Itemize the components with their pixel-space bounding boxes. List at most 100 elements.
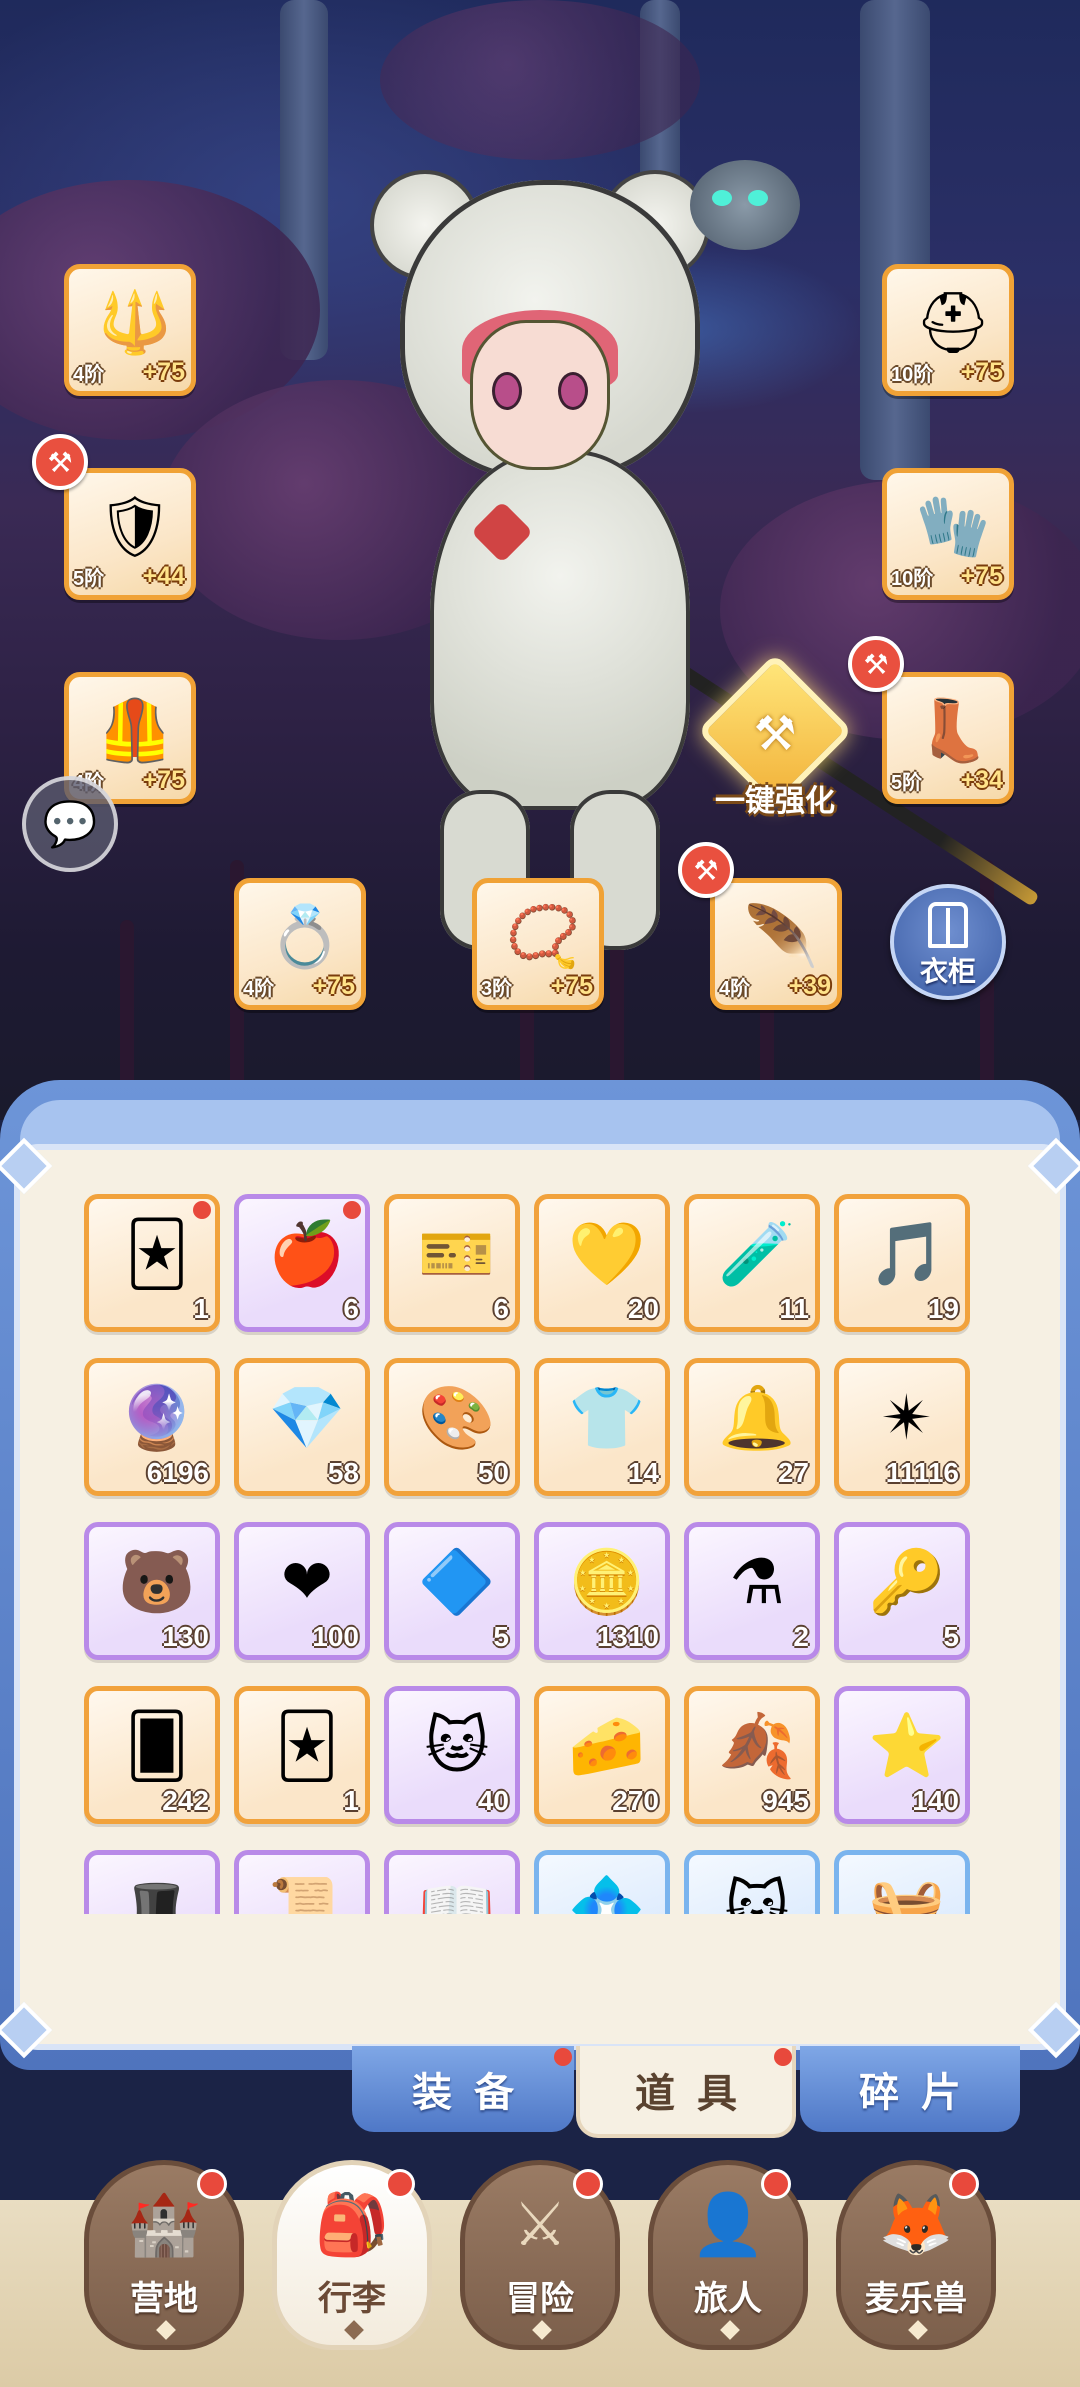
traveler-icon: 👤 (690, 2191, 766, 2258)
equip-slot-weapon[interactable]: 🔱 4阶 +75 (64, 264, 196, 396)
inventory-item[interactable]: 🔑 5 (834, 1522, 970, 1660)
inventory-item[interactable]: 🐻 130 (84, 1522, 220, 1660)
upgrade-hammer-icon: ⚒ (848, 636, 904, 692)
item-count: 27 (777, 1457, 809, 1488)
earring-icon: 🪶 (743, 903, 819, 970)
enhance-level: +34 (960, 766, 1003, 794)
necklace-icon: 📿 (505, 903, 581, 970)
inventory-item[interactable]: 🔷 5 (384, 1522, 520, 1660)
equip-slot-helmet[interactable]: ⛑ 10阶 +75 (882, 264, 1014, 396)
inventory-item[interactable]: 🎵 19 (834, 1194, 970, 1332)
item-count: 6 (343, 1293, 359, 1324)
player-character[interactable] (370, 150, 1040, 950)
inventory-item[interactable]: 🃏 1 (84, 1194, 220, 1332)
item-count: 19 (927, 1293, 959, 1324)
bear-costume (430, 450, 690, 810)
nav-label: 营地 (130, 2280, 198, 2318)
pet-companion[interactable] (690, 160, 800, 250)
inventory-item[interactable]: 🪙 1310 (534, 1522, 670, 1660)
gold-leaf-icon: 🍂 (718, 1712, 796, 1781)
nav-label: 行李 (318, 2280, 386, 2318)
fox-pet-icon: 🦊 (878, 2191, 954, 2258)
tier-label: 4阶 (243, 978, 275, 1000)
enhance-level: +44 (142, 562, 185, 590)
inventory-item[interactable]: 💎 58 (234, 1358, 370, 1496)
inventory-item[interactable]: 🃏 1 (234, 1686, 370, 1824)
tier-label: 5阶 (73, 568, 105, 590)
inventory-item[interactable]: 🍎 6 (234, 1194, 370, 1332)
tab-label: 碎片 (859, 2071, 983, 2115)
equip-slot-necklace[interactable]: 📿 3阶 +75 (472, 878, 604, 1010)
wardrobe-button[interactable]: 衣柜 (890, 884, 1006, 1000)
chat-bubble-icon: 💬 (42, 800, 98, 849)
key-icon: 🔑 (868, 1548, 946, 1617)
one-click-enhance-button[interactable]: ⚒ 一键强化 (697, 653, 853, 818)
tab-label: 道具 (635, 2072, 759, 2116)
tab-equipment[interactable]: 装备 (352, 2046, 574, 2132)
inventory-item[interactable]: 🎩 (84, 1850, 220, 1914)
inventory-grid[interactable]: 🃏 1 🍎 6 🎫 6 💛 20 🧪 11 🎵 19 🔮 6196 💎 58 🎨 50 👕 14 🔔 27 ✴ 11116 🐻 1… (84, 1194, 996, 1914)
equip-slot-earring[interactable]: 🪶 4阶 +39 (710, 878, 842, 1010)
inventory-item[interactable]: 📖 (384, 1850, 520, 1914)
anvil-icon: ⚒ (753, 708, 797, 761)
nav-ornament (720, 2320, 740, 2340)
inventory-item[interactable]: ⭐ 140 (834, 1686, 970, 1824)
tab-items[interactable]: 道具 (576, 2046, 796, 2138)
nav-luggage[interactable]: 🎒 行李 (272, 2160, 432, 2350)
chat-button[interactable]: 💬 (22, 776, 118, 872)
nav-ornament (156, 2320, 176, 2340)
tab-fragments[interactable]: 碎片 (800, 2046, 1020, 2132)
enhance-level: +39 (788, 972, 831, 1000)
item-count: 11116 (885, 1457, 959, 1488)
inventory-item[interactable]: 💛 20 (534, 1194, 670, 1332)
book-icon: 📖 (418, 1876, 496, 1915)
inventory-item[interactable]: 🧺 (834, 1850, 970, 1914)
inventory-item[interactable]: 👕 14 (534, 1358, 670, 1496)
tab-label: 装备 (412, 2071, 536, 2115)
inventory-item[interactable]: 🎫 6 (384, 1194, 520, 1332)
inventory-item[interactable]: 🐱 40 (384, 1686, 520, 1824)
bush (380, 0, 700, 160)
equip-slot-boots[interactable]: 👢 5阶 +34 (882, 672, 1014, 804)
inventory-item[interactable]: 🔔 27 (684, 1358, 820, 1496)
tier-label: 5阶 (891, 772, 923, 794)
lyre-icon: 🎵 (868, 1220, 946, 1289)
nav-ornament (344, 2320, 364, 2340)
nav-pets[interactable]: 🦊 麦乐兽 (836, 2160, 996, 2350)
item-count: 11 (779, 1293, 809, 1324)
star-crystal-icon: ✴ (881, 1384, 933, 1453)
heart-coin-icon: 🪙 (568, 1548, 646, 1617)
notification-dot (385, 2169, 415, 2199)
equip-slot-ring[interactable]: 💍 4阶 +75 (234, 878, 366, 1010)
portal-orb-icon: 🔮 (118, 1384, 196, 1453)
inventory-item[interactable]: 🧀 270 (534, 1686, 670, 1824)
inventory-item[interactable]: 💠 (534, 1850, 670, 1914)
item-count: 50 (477, 1457, 509, 1488)
outfit-card-icon: 👕 (568, 1384, 646, 1453)
equip-slot-armor[interactable]: 🛡 5阶 +44 (64, 468, 196, 600)
inventory-item[interactable]: ❤ 100 (234, 1522, 370, 1660)
inventory-item[interactable]: 🍂 945 (684, 1686, 820, 1824)
nav-camp[interactable]: 🏰 营地 (84, 2160, 244, 2350)
item-count: 6196 (146, 1457, 209, 1488)
item-count: 1 (193, 1293, 209, 1324)
crossed-swords-icon: ⚔ (513, 2191, 567, 2258)
wardrobe-icon (928, 902, 968, 948)
inventory-item[interactable]: ✴ 11116 (834, 1358, 970, 1496)
nav-adventure[interactable]: ⚔ 冒险 (460, 2160, 620, 2350)
nav-traveler[interactable]: 👤 旅人 (648, 2160, 808, 2350)
upgrade-hammer-icon: ⚒ (678, 842, 734, 898)
equip-slot-bracer[interactable]: 🧤 10阶 +75 (882, 468, 1014, 600)
tree-trunk (860, 0, 930, 480)
inventory-item[interactable]: 🎨 50 (384, 1358, 520, 1496)
inventory-item[interactable]: 🧪 11 (684, 1194, 820, 1332)
chest-armor-icon: 🛡 (96, 493, 174, 560)
bracer-icon: 🧤 (915, 493, 991, 560)
inventory-item[interactable]: 🐱 (684, 1850, 820, 1914)
inventory-item[interactable]: 📜 (234, 1850, 370, 1914)
inventory-item[interactable]: 🂠 242 (84, 1686, 220, 1824)
item-count: 20 (627, 1293, 659, 1324)
nav-label: 麦乐兽 (865, 2280, 967, 2318)
inventory-item[interactable]: 🔮 6196 (84, 1358, 220, 1496)
inventory-item[interactable]: ⚗ 2 (684, 1522, 820, 1660)
